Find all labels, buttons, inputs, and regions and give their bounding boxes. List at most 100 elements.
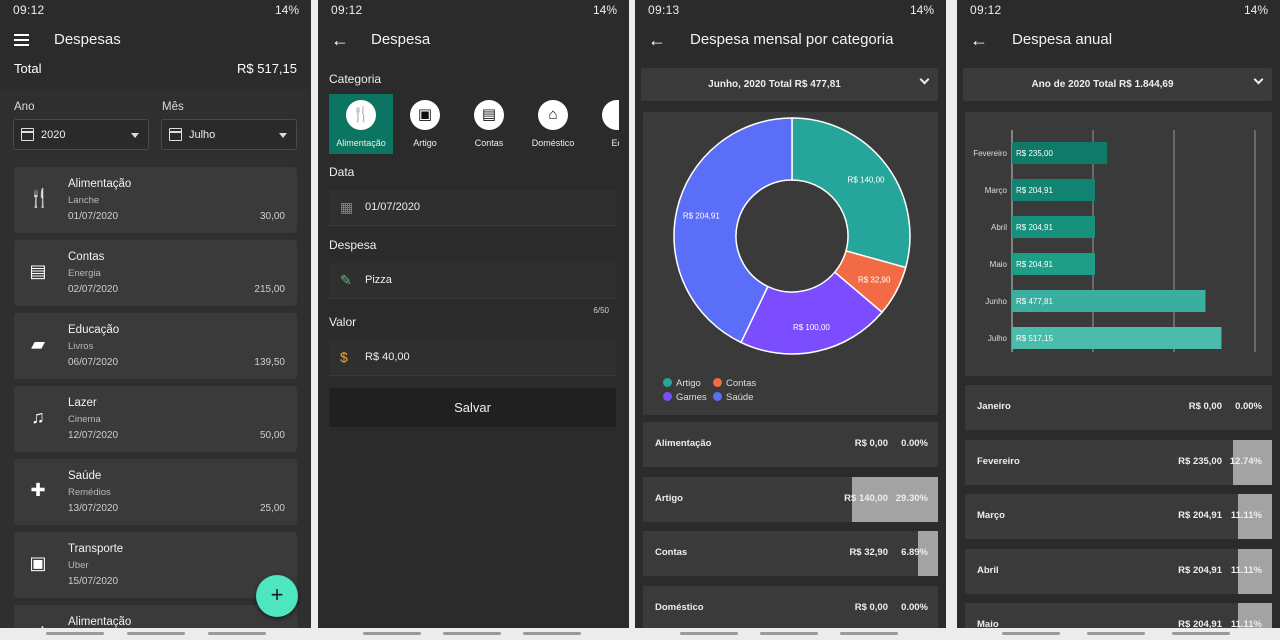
total-value: R$ 517,15 <box>237 61 297 76</box>
status-battery: 14% <box>1243 3 1268 17</box>
expense-description: Cinema <box>68 414 101 425</box>
expense-card[interactable]: 🍴 Alimentação Lanche 01/07/2020 30,00 <box>14 167 297 233</box>
row-name: Artigo <box>655 492 683 504</box>
category-1[interactable]: 🍴 Alimentação <box>329 94 393 154</box>
category-label: Ed <box>611 138 619 148</box>
system-nav-bar <box>318 628 629 640</box>
expense-card[interactable]: ✚ Saúde Remédios 13/07/2020 25,00 <box>14 459 297 525</box>
page-title: Despesas <box>54 31 121 48</box>
status-battery: 14% <box>909 3 934 17</box>
status-bar: 09:12 14% <box>0 0 311 20</box>
expense-input[interactable]: ✎ Pizza <box>329 263 616 299</box>
row-percent: 6.89% <box>901 547 928 558</box>
menu-icon[interactable] <box>14 34 29 46</box>
summary-row[interactable]: Alimentação R$ 0,00 0.00% <box>643 422 938 467</box>
bar-category-label: Junho <box>985 297 1007 306</box>
summary-row[interactable]: Fevereiro R$ 235,00 12.74% <box>965 439 1272 485</box>
month-label: Mês <box>162 101 184 113</box>
bar-category-label: Abril <box>991 223 1007 232</box>
year-select[interactable]: 2020 <box>13 119 149 150</box>
expense-card[interactable]: ▰ Educação Livros 06/07/2020 139,50 <box>14 313 297 379</box>
month-selector[interactable]: Junho, 2020 Total R$ 477,81 <box>641 68 938 101</box>
summary-row[interactable]: Contas R$ 32,90 6.89% <box>643 531 938 576</box>
legend-label: Artigo <box>676 378 701 389</box>
expense-category: Contas <box>68 251 105 263</box>
pencil-icon: ✎ <box>340 272 352 288</box>
expense-amount: 139,50 <box>254 357 285 368</box>
bar-value-label: R$ 477,81 <box>1016 297 1053 306</box>
expense-form-screen: 09:12 14% ← Despesa Categoria 🍴 Alimentaç… <box>318 0 629 640</box>
summary-row[interactable]: Artigo R$ 140,00 29.30% <box>643 476 938 522</box>
slice-label: R$ 140,00 <box>848 176 885 185</box>
value-value: R$ 40,00 <box>365 351 410 363</box>
expense-amount: 50,00 <box>259 430 285 441</box>
save-button[interactable]: Salvar <box>329 388 616 427</box>
date-value: 01/07/2020 <box>365 201 421 213</box>
expense-date: 12/07/2020 <box>68 430 119 441</box>
back-arrow-icon[interactable]: ← <box>331 30 349 51</box>
app-bar: ← Despesa mensal por categoria <box>635 20 946 60</box>
row-value: R$ 204,91 <box>1178 564 1222 576</box>
row-percent: 0.00% <box>1235 401 1262 412</box>
category-4[interactable]: ⌂ Doméstico <box>521 94 585 154</box>
status-battery: 14% <box>592 3 617 17</box>
annual-expense-screen: 09:12 14% ← Despesa anual Ano de 2020 To… <box>957 0 1280 640</box>
bar-value-label: R$ 204,91 <box>1016 186 1053 195</box>
status-bar: 09:13 14% <box>635 0 946 20</box>
calendar-icon: ▦ <box>340 199 354 215</box>
pie-slice-artigo[interactable] <box>791 117 911 269</box>
expense-card[interactable]: ▣ Transporte Uber 15/07/2020 <box>14 532 297 598</box>
expense-category: Educação <box>68 324 120 336</box>
expenses-screen: 09:12 14% Despesas Total R$ 517,15 Ano M… <box>0 0 311 640</box>
row-name: Alimentação <box>655 438 712 449</box>
year-label: Ano <box>14 101 35 113</box>
document-icon: ▤ <box>29 261 47 281</box>
calendar-icon <box>21 128 34 141</box>
expense-description: Livros <box>68 341 94 352</box>
expense-label: Despesa <box>329 238 377 252</box>
summary-row[interactable]: Janeiro R$ 0,00 0.00% <box>965 385 1272 430</box>
legend-swatch <box>713 392 722 401</box>
legend-swatch <box>663 378 672 387</box>
summary-row[interactable]: Março R$ 204,91 11.11% <box>965 494 1272 539</box>
box-icon: ▣ <box>410 100 440 130</box>
row-name: Doméstico <box>655 601 704 613</box>
row-name: Janeiro <box>977 401 1011 412</box>
month-select[interactable]: Julho <box>161 119 297 150</box>
monthly-category-screen: 09:13 14% ← Despesa mensal por categoria… <box>635 0 946 640</box>
summary-row[interactable]: Doméstico R$ 0,00 0.00% <box>643 585 938 631</box>
row-name: Abril <box>977 564 999 576</box>
expense-card[interactable]: ♫ Lazer Cinema 12/07/2020 50,00 <box>14 386 297 452</box>
book-reader-icon: ▰ <box>31 334 45 354</box>
status-time: 09:12 <box>331 3 363 17</box>
fork-knife-icon: 🍴 <box>346 100 376 130</box>
back-arrow-icon[interactable]: ← <box>970 30 988 51</box>
row-value: R$ 140,00 <box>844 492 888 504</box>
summary-row[interactable]: Abril R$ 204,91 11.11% <box>965 548 1272 594</box>
row-percent: 12.74% <box>1229 455 1262 467</box>
year-selector[interactable]: Ano de 2020 Total R$ 1.844,69 <box>963 68 1272 101</box>
category-2[interactable]: ▣ Artigo <box>393 94 457 154</box>
add-expense-button[interactable]: + <box>256 575 298 617</box>
legend-label: Saúde <box>726 392 754 403</box>
back-arrow-icon[interactable]: ← <box>648 30 666 51</box>
expense-amount: 30,00 <box>259 211 285 222</box>
expense-card[interactable]: ▤ Contas Energia 02/07/2020 215,00 <box>14 240 297 306</box>
row-percent: 0.00% <box>901 601 928 613</box>
date-field[interactable]: ▦ 01/07/2020 <box>329 190 616 226</box>
value-label: Valor <box>329 315 357 329</box>
bar-category-label: Maio <box>990 260 1008 269</box>
expense-date: 02/07/2020 <box>68 284 119 295</box>
donut-chart-card: R$ 140,00 R$ 32,90 R$ 100,00 R$ 204,91 Arti… <box>643 112 938 415</box>
legend-item: Saúde <box>713 392 753 403</box>
row-name: Fevereiro <box>977 455 1020 467</box>
category-3[interactable]: ▤ Contas <box>457 94 521 154</box>
category-label: Categoria <box>329 72 382 86</box>
row-value: R$ 0,00 <box>854 438 888 449</box>
row-name: Março <box>977 510 1005 521</box>
category-5[interactable]: Ed <box>585 94 619 154</box>
fork-knife-icon: 🍴 <box>28 188 51 208</box>
month-total: Junho, 2020 Total R$ 477,81 <box>708 79 841 90</box>
value-input[interactable]: $ R$ 40,00 <box>329 340 616 376</box>
page-title: Despesa mensal por categoria <box>690 31 894 48</box>
